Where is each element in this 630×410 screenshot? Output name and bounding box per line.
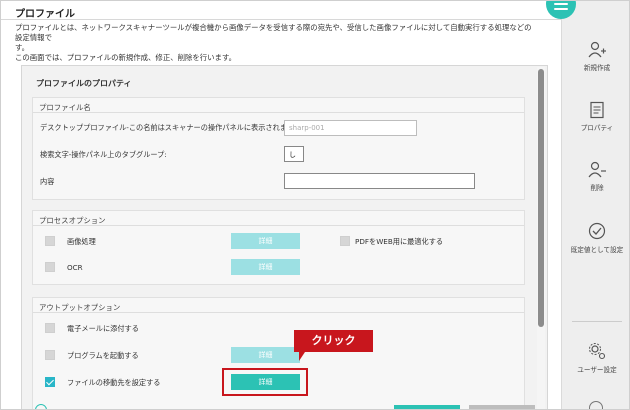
desktop-profile-input[interactable]: sharp-001 bbox=[284, 120, 417, 136]
sidebar-item-user-settings[interactable]: ユーザー設定 bbox=[562, 341, 629, 374]
bottom-cancel-button[interactable] bbox=[469, 405, 535, 409]
click-highlight-box bbox=[222, 368, 308, 396]
section-divider bbox=[33, 112, 524, 113]
search-text-input[interactable]: し bbox=[284, 146, 304, 162]
launch-program-details-button[interactable]: 詳細 bbox=[231, 347, 300, 363]
page-description: プロファイルとは、ネットワークスキャナーツールが複合機から画像データを受信する際… bbox=[15, 23, 535, 63]
sidebar-item-set-default[interactable]: 既定値として設定 bbox=[562, 221, 629, 254]
sidebar-divider bbox=[572, 321, 622, 322]
section-divider bbox=[33, 312, 524, 313]
gear-icon bbox=[589, 343, 606, 360]
pdf-web-checkbox[interactable] bbox=[340, 236, 350, 246]
description-line-2: す。 bbox=[15, 43, 30, 52]
set-destination-checkbox[interactable] bbox=[45, 377, 55, 387]
attach-email-checkbox[interactable] bbox=[45, 323, 55, 333]
image-processing-checkbox[interactable] bbox=[45, 236, 55, 246]
content-label: 内容 bbox=[40, 177, 55, 186]
attach-email-label: 電子メールに添付する bbox=[67, 324, 139, 333]
info-icon[interactable] bbox=[589, 401, 603, 409]
launch-program-checkbox[interactable] bbox=[45, 350, 55, 360]
action-sidebar: 新規作成 プロパティ 削除 既定値として設定 ユーザー設定 bbox=[561, 1, 629, 409]
app-window: プロファイル プロファイルとは、ネットワークスキャナーツールが複合機から画像デー… bbox=[0, 0, 630, 410]
sidebar-item-delete[interactable]: 削除 bbox=[562, 161, 629, 192]
sidebar-label-set-default: 既定値として設定 bbox=[570, 246, 624, 254]
sidebar-label-delete: 削除 bbox=[590, 184, 604, 192]
section-divider bbox=[33, 225, 524, 226]
remove-user-icon bbox=[588, 161, 606, 178]
bottom-ok-button[interactable] bbox=[394, 405, 460, 409]
sidebar-label-properties: プロパティ bbox=[580, 124, 614, 132]
set-destination-label: ファイルの移動先を設定する bbox=[67, 378, 161, 387]
panel-title: プロファイルのプロパティ bbox=[36, 79, 132, 88]
title-divider bbox=[1, 19, 561, 20]
document-icon bbox=[590, 101, 604, 119]
page-title: プロファイル bbox=[15, 9, 75, 20]
pdf-web-label: PDFをWEB用に最適化する bbox=[355, 237, 444, 246]
content-input[interactable] bbox=[284, 173, 475, 189]
image-processing-details-button[interactable]: 詳細 bbox=[231, 233, 300, 249]
hamburger-icon bbox=[554, 3, 568, 5]
ocr-details-button[interactable]: 詳細 bbox=[231, 259, 300, 275]
sidebar-item-properties[interactable]: プロパティ bbox=[562, 101, 629, 132]
main-content: プロファイル プロファイルとは、ネットワークスキャナーツールが複合機から画像デー… bbox=[1, 1, 561, 409]
ocr-checkbox[interactable] bbox=[45, 262, 55, 272]
help-circle-icon[interactable] bbox=[35, 404, 47, 409]
click-callout: クリック bbox=[294, 330, 373, 352]
sidebar-item-new[interactable]: 新規作成 bbox=[562, 41, 629, 72]
description-line-3: この画面では、プロファイルの新規作成、修正、削除を行います。 bbox=[15, 53, 236, 62]
search-text-label: 検索文字-操作パネル上のタブグループ: bbox=[40, 150, 167, 159]
panel-scrollbar-thumb[interactable] bbox=[538, 69, 544, 327]
ocr-label: OCR bbox=[67, 263, 83, 272]
description-line-1: プロファイルとは、ネットワークスキャナーツールが複合機から画像データを受信する際… bbox=[15, 23, 532, 42]
check-circle-icon bbox=[588, 222, 606, 240]
image-processing-label: 画像処理 bbox=[67, 237, 96, 246]
sidebar-label-user-settings: ユーザー設定 bbox=[577, 366, 617, 374]
launch-program-label: プログラムを起動する bbox=[67, 351, 139, 360]
sidebar-label-new: 新規作成 bbox=[583, 64, 611, 72]
add-user-icon bbox=[588, 41, 606, 58]
desktop-profile-label: デスクトッププロファイル-この名前はスキャナーの操作パネルに表示されます。 bbox=[40, 123, 301, 132]
callout-pointer bbox=[299, 352, 313, 361]
